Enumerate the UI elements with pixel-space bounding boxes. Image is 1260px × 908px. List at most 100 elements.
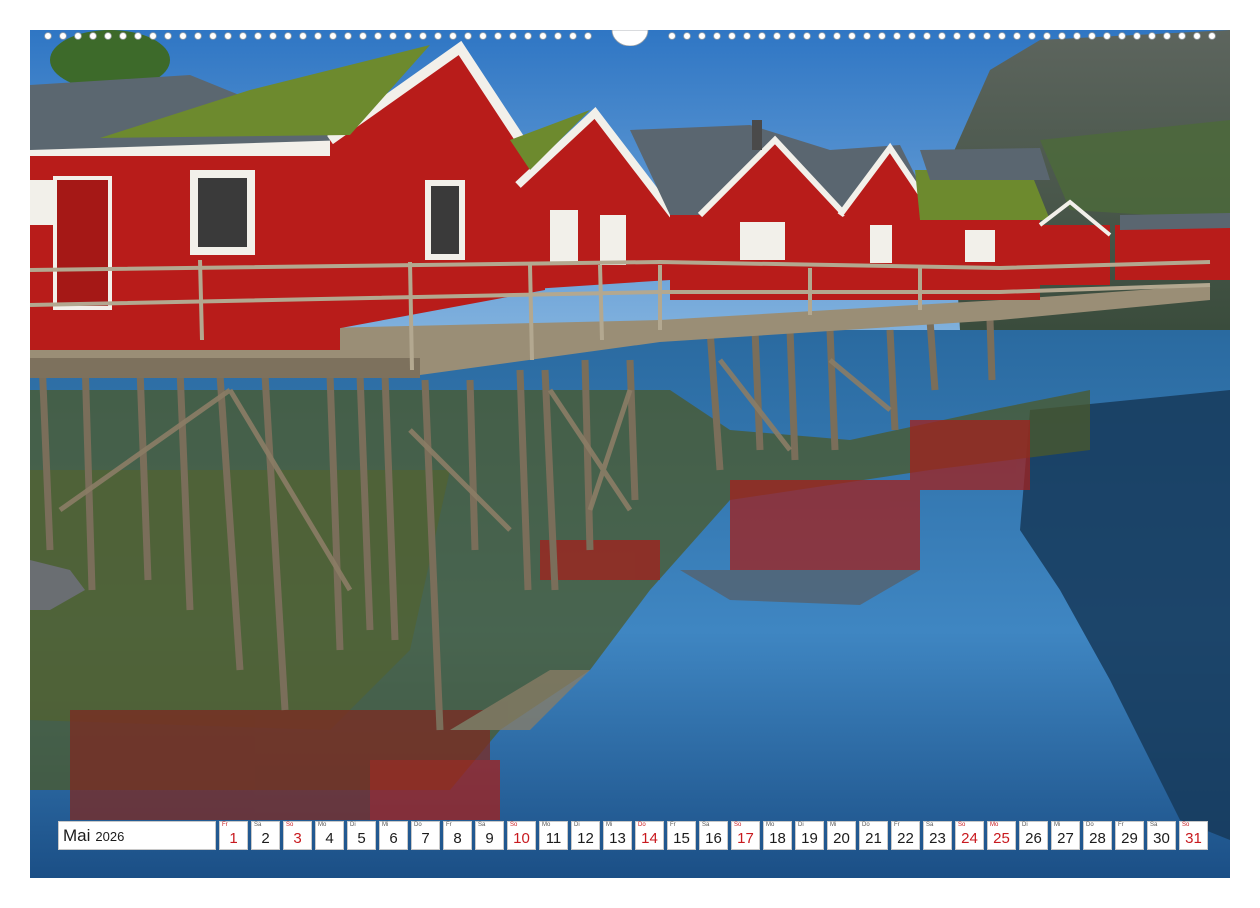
day-cell: Di5 (347, 821, 376, 850)
weekday-label: Mi (606, 822, 612, 829)
day-number: 5 (348, 830, 375, 847)
day-cell: So17 (731, 821, 760, 850)
weekday-label: So (286, 822, 293, 829)
day-number: 28 (1084, 830, 1111, 847)
calendar-strip: Mai 2026 Fr1Sa2So3Mo4Di5Mi6Do7Fr8Sa9So10… (58, 821, 1208, 850)
weekday-label: Sa (702, 822, 709, 829)
day-number: 25 (988, 830, 1015, 847)
month-name: Mai (63, 826, 90, 846)
day-number: 12 (572, 830, 599, 847)
day-number: 17 (732, 830, 759, 847)
day-cell: Sa23 (923, 821, 952, 850)
day-number: 8 (444, 830, 471, 847)
weekday-label: Fr (446, 822, 452, 829)
weekday-label: Di (574, 822, 580, 829)
day-number: 14 (636, 830, 663, 847)
weekday-label: Mo (318, 822, 326, 829)
spiral-binding-icon (30, 30, 1230, 46)
day-cell: Mo25 (987, 821, 1016, 850)
day-cell: So10 (507, 821, 536, 850)
weekday-label: So (510, 822, 517, 829)
weekday-label: Mo (542, 822, 550, 829)
day-cell: Mo18 (763, 821, 792, 850)
weekday-label: So (734, 822, 741, 829)
day-cell: So3 (283, 821, 312, 850)
day-cell: Di26 (1019, 821, 1048, 850)
calendar-photo (30, 30, 1230, 878)
weekday-label: Mo (990, 822, 998, 829)
day-cell: Di12 (571, 821, 600, 850)
day-cell: Do7 (411, 821, 440, 850)
day-cell: Mi13 (603, 821, 632, 850)
weekday-label: Mo (766, 822, 774, 829)
day-number: 27 (1052, 830, 1079, 847)
day-number: 3 (284, 830, 311, 847)
weekday-label: Do (414, 822, 422, 829)
weekday-label: Sa (254, 822, 261, 829)
day-number: 18 (764, 830, 791, 847)
day-number: 10 (508, 830, 535, 847)
day-number: 1 (220, 830, 247, 847)
weekday-label: Fr (670, 822, 676, 829)
cabin-4 (630, 120, 935, 300)
hanger-hole-icon (612, 30, 648, 46)
day-number: 4 (316, 830, 343, 847)
day-cell: Mo11 (539, 821, 568, 850)
weekday-label: Mi (382, 822, 388, 829)
day-number: 21 (860, 830, 887, 847)
day-number: 16 (700, 830, 727, 847)
day-cell: Do28 (1083, 821, 1112, 850)
day-number: 20 (828, 830, 855, 847)
weekday-label: So (1182, 822, 1189, 829)
weekday-label: Sa (926, 822, 933, 829)
day-cell: Mi6 (379, 821, 408, 850)
weekday-label: Sa (1150, 822, 1157, 829)
day-cell: So24 (955, 821, 984, 850)
day-cell: Sa30 (1147, 821, 1176, 850)
day-number: 13 (604, 830, 631, 847)
weekday-label: Do (1086, 822, 1094, 829)
weekday-label: Mi (830, 822, 836, 829)
day-number: 31 (1180, 830, 1207, 847)
day-cell: Fr1 (219, 821, 248, 850)
weekday-label: Mi (1054, 822, 1060, 829)
weekday-label: Di (798, 822, 804, 829)
weekday-label: Fr (894, 822, 900, 829)
day-number: 9 (476, 830, 503, 847)
day-number: 15 (668, 830, 695, 847)
day-number: 7 (412, 830, 439, 847)
weekday-label: Do (862, 822, 870, 829)
day-cell: Do21 (859, 821, 888, 850)
day-number: 22 (892, 830, 919, 847)
day-number: 29 (1116, 830, 1143, 847)
day-cell: Fr15 (667, 821, 696, 850)
day-number: 11 (540, 830, 567, 847)
day-cell: Fr22 (891, 821, 920, 850)
day-cell: Mo4 (315, 821, 344, 850)
weekday-label: Di (350, 822, 356, 829)
day-cell: Sa16 (699, 821, 728, 850)
day-cell: So31 (1179, 821, 1208, 850)
day-number: 26 (1020, 830, 1047, 847)
day-cell: Di19 (795, 821, 824, 850)
weekday-label: Fr (222, 822, 228, 829)
weekday-label: So (958, 822, 965, 829)
month-label: Mai 2026 (58, 821, 216, 850)
day-cell: Sa2 (251, 821, 280, 850)
day-number: 23 (924, 830, 951, 847)
weekday-label: Sa (478, 822, 485, 829)
day-cell: Mi27 (1051, 821, 1080, 850)
month-year: 2026 (95, 829, 124, 844)
day-cell: Do14 (635, 821, 664, 850)
day-number: 2 (252, 830, 279, 847)
day-number: 19 (796, 830, 823, 847)
weekday-label: Di (1022, 822, 1028, 829)
day-number: 24 (956, 830, 983, 847)
day-cell: Fr29 (1115, 821, 1144, 850)
day-cell: Mi20 (827, 821, 856, 850)
weekday-label: Fr (1118, 822, 1124, 829)
weekday-label: Do (638, 822, 646, 829)
day-cell: Sa9 (475, 821, 504, 850)
day-cell: Fr8 (443, 821, 472, 850)
day-cells: Fr1Sa2So3Mo4Di5Mi6Do7Fr8Sa9So10Mo11Di12M… (219, 821, 1208, 850)
